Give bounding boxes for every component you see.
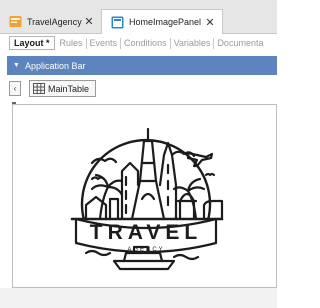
tab-label: TravelAgency [27,16,82,27]
tab-conditions[interactable]: Conditions [121,38,170,48]
tab-home-image-panel[interactable]: HomeImagePanel * ✕ [101,9,223,34]
tab-layout[interactable]: Layout * [9,36,55,50]
document-tab-strip: TravelAgency ✕ HomeImagePanel * ✕ [0,0,277,34]
tab-travel-agency[interactable]: TravelAgency ✕ [0,9,101,34]
main-table-label: MainTable [48,83,90,94]
tab-events[interactable]: Events [87,38,121,48]
table-grid-icon [33,83,45,94]
section-tabs: Layout * Rules Events Conditions Variabl… [9,35,277,51]
chevron-down-icon[interactable]: ▼ [13,62,20,69]
module-icon [9,16,22,27]
layout-toolbar: ‹ MainTable [9,80,97,97]
main-table-button[interactable]: MainTable [29,80,97,97]
tab-variables[interactable]: Variables [171,38,214,48]
close-icon[interactable]: ✕ [204,16,216,29]
ide-window: TravelAgency ✕ HomeImagePanel * ✕ Layout… [0,0,277,308]
application-bar-title: Application Bar [24,60,86,71]
panel-icon [111,16,124,28]
close-icon[interactable]: ✕ [83,15,95,28]
logo-title: TRAVEL [90,221,202,244]
tab-rules[interactable]: Rules [57,38,86,48]
application-bar[interactable]: ▼ Application Bar [7,56,277,75]
parent-select-button[interactable]: ‹ [9,81,21,96]
logo-subtitle: AGENCY [127,247,164,253]
travel-agency-logo[interactable]: TRAVEL AGENCY [56,115,237,273]
tab-label: HomeImagePanel * [129,17,204,27]
bottom-panel [0,288,277,308]
tab-documentation[interactable]: Documenta [214,38,266,48]
